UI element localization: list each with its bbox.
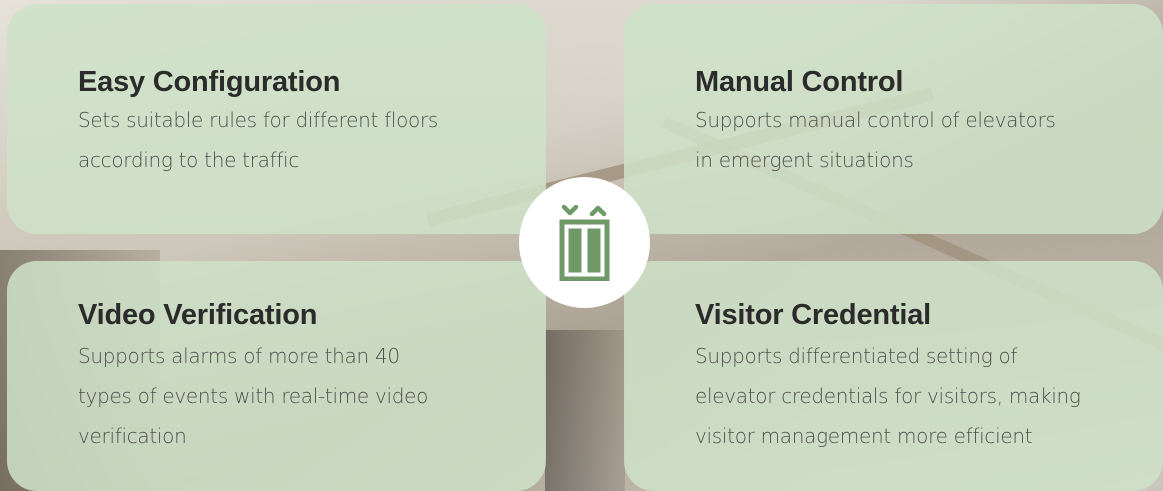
feature-title: Visitor Credential bbox=[695, 299, 931, 331]
description-line: types of events with real-time video bbox=[78, 384, 429, 408]
description-line: in emergent situations bbox=[695, 148, 914, 172]
description-line: elevator credentials for visitors, makin… bbox=[695, 384, 1081, 408]
elevator-icon bbox=[559, 205, 610, 281]
description-line: verification bbox=[78, 424, 187, 448]
feature-title: Easy Configuration bbox=[78, 66, 341, 98]
feature-card-video-verification: Video Verification Supports alarms of mo… bbox=[7, 261, 546, 491]
description-line: according to the traffic bbox=[78, 148, 300, 172]
description-line: Supports alarms of more than 40 bbox=[78, 344, 400, 368]
feature-description: Supports alarms of more than 40 types of… bbox=[78, 336, 518, 456]
feature-title: Video Verification bbox=[78, 299, 318, 331]
center-badge bbox=[519, 177, 650, 308]
description-line: Supports differentiated setting of bbox=[695, 344, 1018, 368]
feature-card-manual-control: Manual Control Supports manual control o… bbox=[624, 4, 1163, 234]
feature-card-easy-configuration: Easy Configuration Sets suitable rules f… bbox=[7, 4, 546, 234]
description-line: Sets suitable rules for different floors bbox=[78, 108, 438, 132]
background-elevator-door bbox=[545, 330, 625, 491]
feature-card-visitor-credential: Visitor Credential Supports differentiat… bbox=[624, 261, 1163, 491]
description-line: visitor management more efficient bbox=[695, 424, 1033, 448]
description-line: Supports manual control of elevators bbox=[695, 108, 1056, 132]
feature-description: Supports manual control of elevators in … bbox=[695, 100, 1135, 180]
feature-description: Sets suitable rules for different floors… bbox=[78, 100, 518, 180]
feature-title: Manual Control bbox=[695, 66, 904, 98]
feature-description: Supports differentiated setting of eleva… bbox=[695, 336, 1135, 456]
